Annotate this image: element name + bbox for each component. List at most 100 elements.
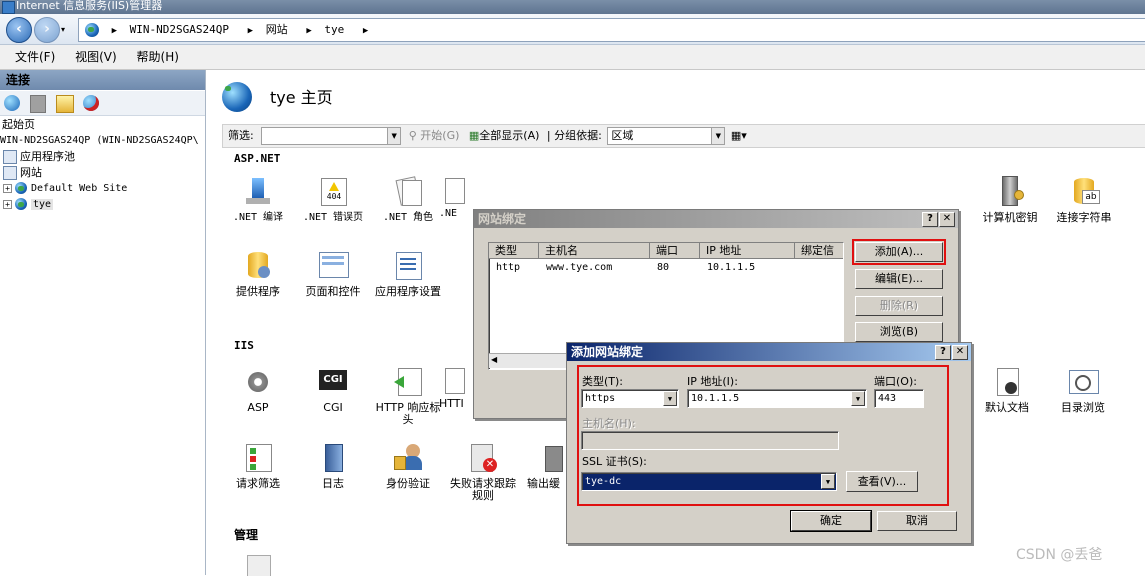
feature-http-response-headers[interactable]: HTTP 响应标头 <box>371 366 445 426</box>
feature-net-roles[interactable]: .NET 角色 <box>371 176 445 224</box>
feature-failed-request-tracing[interactable]: ✕ 失败请求跟踪规则 <box>446 442 520 502</box>
host-name-input[interactable] <box>581 431 839 450</box>
dropdown-arrow-icon: ▼ <box>851 391 865 406</box>
failed-request-icon: ✕ <box>467 442 499 474</box>
feature-pages-controls[interactable]: 页面和控件 <box>296 250 370 298</box>
feature-net-compile[interactable]: .NET 编译 <box>221 176 295 224</box>
table-row[interactable]: http www.tye.com 80 10.1.1.5 <box>489 260 843 276</box>
site-bindings-title: 网站绑定 <box>474 210 958 228</box>
view-mode-icon[interactable]: ▦▾ <box>731 129 747 142</box>
ssl-certificate-select[interactable]: tye-dc ▼ <box>581 472 837 491</box>
tree-app-pools[interactable]: 应用程序池 <box>3 149 75 165</box>
column-port[interactable]: 端口 <box>650 243 700 259</box>
feature-output-caching[interactable]: 输出缓 <box>527 442 571 490</box>
column-binding-info[interactable]: 绑定信 <box>795 243 843 259</box>
feature-authentication[interactable]: 身份验证 <box>371 442 445 490</box>
disconnect-icon[interactable] <box>83 95 100 111</box>
dropdown-arrow-icon: ▼ <box>663 391 677 406</box>
cancel-button[interactable]: 取消 <box>877 511 957 531</box>
feature-net-error-pages[interactable]: 404 .NET 错误页 <box>296 176 370 224</box>
connections-tree: 起始页 WIN-ND2SGAS24QP (WIN-ND2SGAS24QP\ 应用… <box>0 117 205 217</box>
ip-address-select[interactable]: 10.1.1.5 ▼ <box>687 389 867 408</box>
expand-plus-icon[interactable]: + <box>3 183 12 193</box>
breadcrumb-server[interactable]: WIN-ND2SGAS24QP <box>130 19 229 41</box>
feature-connection-strings[interactable]: ab 连接字符串 <box>1047 176 1121 224</box>
default-document-icon <box>991 366 1023 398</box>
group-by-label: 分组依据: <box>554 129 602 142</box>
chevron-right-icon: ▶ <box>306 26 312 36</box>
machine-key-icon <box>994 176 1026 208</box>
feature-asp[interactable]: ASP <box>221 366 295 414</box>
close-icon[interactable]: ✕ <box>939 212 955 227</box>
browse-binding-button[interactable]: 浏览(B) <box>855 322 943 342</box>
highlight-add-button <box>852 239 946 265</box>
close-icon[interactable]: ✕ <box>952 345 968 360</box>
save-icon[interactable] <box>29 95 46 113</box>
chevron-right-icon: ▶ <box>111 26 118 36</box>
history-dropdown-icon[interactable]: ▾ <box>61 25 65 34</box>
connect-globe-icon[interactable] <box>4 95 20 111</box>
directory-browsing-icon <box>1067 366 1099 398</box>
show-all-button[interactable]: ▦全部显示(A) <box>469 129 540 142</box>
back-arrow-icon[interactable]: ‹ <box>6 17 32 43</box>
filter-label: 筛选: <box>228 129 254 142</box>
edit-binding-button[interactable]: 编辑(E)... <box>855 269 943 289</box>
globe-icon <box>85 23 99 37</box>
add-site-binding-dialog: 添加网站绑定 ? ✕ 类型(T): https ▼ IP 地址(I): 10.1… <box>566 342 972 544</box>
ip-label: IP 地址(I): <box>687 375 738 388</box>
providers-icon <box>242 250 274 282</box>
filter-bar: 筛选: ▼ ⚲ 开始(G) ▦全部显示(A) | 分组依据: 区域 ▼ ▦▾ <box>222 124 1145 148</box>
scroll-left-icon[interactable]: ◀ <box>491 355 497 364</box>
folder-up-icon[interactable] <box>55 95 74 113</box>
breadcrumb[interactable]: ▶ WIN-ND2SGAS24QP ▶ 网站 ▶ tye ▶ <box>78 18 1145 42</box>
error-page-icon: 404 <box>317 176 349 208</box>
tree-server[interactable]: WIN-ND2SGAS24QP (WIN-ND2SGAS24QP\ <box>0 133 199 149</box>
menu-file[interactable]: 文件(F) <box>0 45 63 69</box>
port-label: 端口(O): <box>874 375 917 388</box>
tree-default-site[interactable]: + Default Web Site <box>3 181 127 197</box>
app-settings-icon <box>392 250 424 282</box>
breadcrumb-sites[interactable]: 网站 <box>266 19 288 41</box>
column-ip[interactable]: IP 地址 <box>700 243 795 259</box>
help-icon[interactable]: ? <box>922 212 938 227</box>
tree-tye[interactable]: + tye <box>3 197 54 213</box>
page-title: tye 主页 <box>270 88 333 107</box>
feature-cgi[interactable]: CGI CGI <box>296 366 370 414</box>
feature-default-document[interactable]: 默认文档 <box>970 366 1044 414</box>
feature-app-settings[interactable]: 应用程序设置 <box>371 250 445 298</box>
type-label: 类型(T): <box>582 375 624 388</box>
binoculars-icon: ⚲ <box>408 129 417 142</box>
feature-directory-browsing[interactable]: 目录浏览 <box>1046 366 1120 414</box>
connections-header: 连接 <box>0 70 205 90</box>
cgi-badge: CGI <box>319 370 347 390</box>
help-icon[interactable]: ? <box>935 345 951 360</box>
feature-machine-key[interactable]: 计算机密钥 <box>973 176 1047 224</box>
column-type[interactable]: 类型 <box>489 243 539 259</box>
site-globe-icon <box>222 82 252 112</box>
feature-request-filtering[interactable]: 请求筛选 <box>221 442 295 490</box>
tree-start-page[interactable]: 起始页 <box>2 117 35 133</box>
menu-help[interactable]: 帮助(H) <box>129 45 187 69</box>
feature-logging[interactable]: 日志 <box>296 442 370 490</box>
type-select[interactable]: https ▼ <box>581 389 679 408</box>
show-all-icon: ▦ <box>468 129 480 142</box>
ok-button[interactable]: 确定 <box>790 510 872 532</box>
breadcrumb-tye[interactable]: tye <box>324 19 344 41</box>
menu-view[interactable]: 视图(V) <box>67 45 125 69</box>
view-certificate-button[interactable]: 查看(V)... <box>846 471 918 492</box>
tree-sites[interactable]: 网站 <box>3 165 42 181</box>
group-by-select[interactable]: 区域 ▼ <box>607 127 726 145</box>
app-pool-icon <box>3 150 17 164</box>
chevron-right-icon: ▶ <box>362 26 369 36</box>
expand-plus-icon[interactable]: + <box>3 199 12 209</box>
remove-binding-button[interactable]: 删除(R) <box>855 296 943 316</box>
start-filter-button[interactable]: ⚲ 开始(G) <box>409 129 460 142</box>
ssl-certificate-label: SSL 证书(S): <box>582 455 647 468</box>
globe-icon <box>15 198 27 210</box>
feature-providers[interactable]: 提供程序 <box>221 250 295 298</box>
port-input[interactable]: 443 <box>874 389 924 408</box>
filter-input[interactable]: ▼ <box>261 127 402 145</box>
forward-arrow-icon[interactable]: › <box>34 17 60 43</box>
column-host[interactable]: 主机名 <box>539 243 650 259</box>
window-title-bar: Internet 信息服务(IIS)管理器 <box>0 0 1145 14</box>
